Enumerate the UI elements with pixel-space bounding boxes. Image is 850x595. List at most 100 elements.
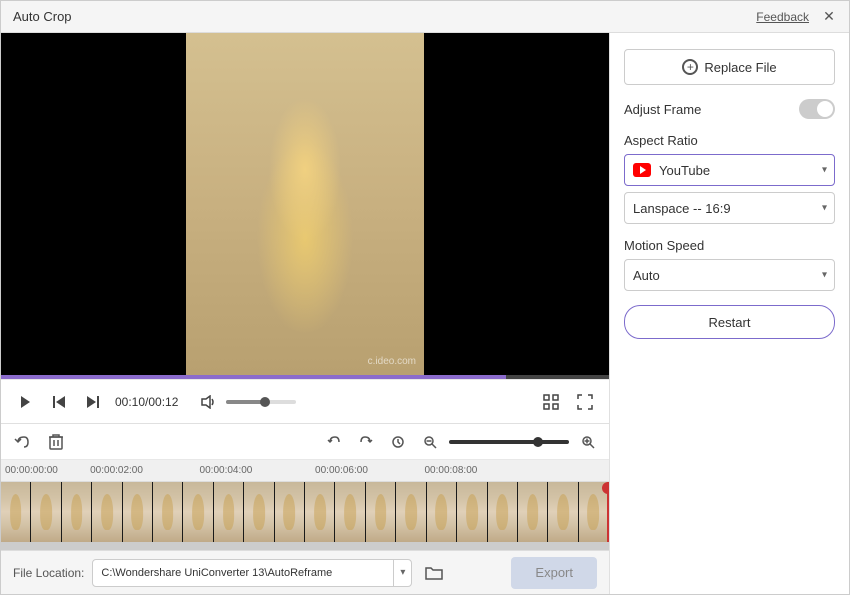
thumb-17 — [488, 482, 518, 542]
time-ruler: 00:00:00:00 00:00:02:00 00:00:04:00 00:0… — [1, 460, 609, 482]
landscape-select-wrapper: Lanspace -- 16:9 ▾ — [624, 192, 835, 224]
plus-icon: + — [682, 59, 698, 75]
volume-slider[interactable] — [226, 400, 296, 404]
time-marker-4: 00:00:08:00 — [424, 465, 477, 476]
feedback-link[interactable]: Feedback — [756, 10, 809, 24]
volume-control — [196, 390, 296, 414]
adjust-frame-toggle[interactable] — [799, 99, 835, 119]
left-panel: c.ideo.com 00:10/00:12 — [1, 33, 609, 594]
timeline-right-controls — [321, 429, 601, 455]
time-marker-0: 00:00:00:00 — [5, 465, 58, 476]
video-frame: c.ideo.com — [1, 33, 609, 375]
time-marker-1: 00:00:02:00 — [90, 465, 143, 476]
youtube-icon — [633, 163, 651, 177]
thumb-1 — [1, 482, 31, 542]
main-content: c.ideo.com 00:10/00:12 — [1, 33, 849, 594]
motion-speed-select-wrapper: Auto ▾ — [624, 259, 835, 291]
browse-folder-button[interactable] — [420, 559, 448, 587]
video-letterbox-right — [424, 33, 609, 375]
app-window: Auto Crop Feedback ✕ c.ideo.com — [0, 0, 850, 595]
aspect-ratio-label: Aspect Ratio — [624, 133, 835, 148]
thumb-15 — [427, 482, 457, 542]
undo-button[interactable] — [321, 429, 347, 455]
controls-bar: 00:10/00:12 — [1, 379, 609, 423]
replace-file-button[interactable]: + Replace File — [624, 49, 835, 85]
youtube-select-wrapper: YouTube ▾ — [624, 154, 835, 186]
time-marker-3: 00:00:06:00 — [315, 465, 368, 476]
thumb-2 — [31, 482, 61, 542]
undo-crop-button[interactable] — [9, 429, 35, 455]
export-button[interactable]: Export — [511, 557, 597, 589]
timeline-section: 00:00:00:00 00:00:02:00 00:00:04:00 00:0… — [1, 423, 609, 550]
time-marker-2: 00:00:04:00 — [200, 465, 253, 476]
adjust-frame-label: Adjust Frame — [624, 102, 701, 117]
restart-button[interactable]: Restart — [624, 305, 835, 339]
thumbnail-strip — [1, 482, 609, 542]
window-title: Auto Crop — [13, 9, 72, 24]
zoom-in-button[interactable] — [575, 429, 601, 455]
toggle-knob — [817, 101, 833, 117]
thumb-9 — [244, 482, 274, 542]
delete-button[interactable] — [43, 429, 69, 455]
thumb-7 — [183, 482, 213, 542]
zoom-out-button[interactable] — [417, 429, 443, 455]
volume-thumb — [260, 397, 270, 407]
thumb-14 — [396, 482, 426, 542]
progress-bar[interactable] — [1, 375, 609, 379]
video-area: c.ideo.com — [1, 33, 609, 375]
youtube-play-icon — [640, 166, 646, 174]
thumb-6 — [153, 482, 183, 542]
replace-file-label: Replace File — [704, 60, 776, 75]
bottom-bar: File Location: ▾ Export — [1, 550, 609, 594]
skip-back-button[interactable] — [47, 390, 71, 414]
youtube-select[interactable]: YouTube — [624, 154, 835, 186]
file-location-label: File Location: — [13, 566, 84, 580]
youtube-label: YouTube — [659, 163, 710, 178]
thumb-4 — [92, 482, 122, 542]
progress-fill — [1, 375, 506, 379]
fullscreen-button[interactable] — [573, 390, 597, 414]
thumb-13 — [366, 482, 396, 542]
thumb-10 — [275, 482, 305, 542]
title-bar: Auto Crop Feedback ✕ — [1, 1, 849, 33]
adjust-frame-row: Adjust Frame — [624, 99, 835, 119]
thumb-18 — [518, 482, 548, 542]
thumb-11 — [305, 482, 335, 542]
thumb-12 — [335, 482, 365, 542]
video-person — [186, 33, 424, 375]
skip-forward-button[interactable] — [81, 390, 105, 414]
file-path-input[interactable] — [93, 567, 393, 579]
timeline-scrollbar[interactable] — [1, 542, 609, 550]
time-display: 00:10/00:12 — [115, 395, 178, 409]
timeline-toolbar — [1, 424, 609, 460]
aspect-ratio-group: Aspect Ratio YouTube ▾ Lanspace -- 16:9 — [624, 133, 835, 224]
motion-speed-label: Motion Speed — [624, 238, 835, 253]
landscape-select[interactable]: Lanspace -- 16:9 — [624, 192, 835, 224]
motion-speed-select[interactable]: Auto — [624, 259, 835, 291]
scrollbar-thumb — [1, 542, 609, 550]
thumb-3 — [62, 482, 92, 542]
file-path-container: ▾ — [92, 559, 412, 587]
video-letterbox-left — [1, 33, 186, 375]
volume-fill — [226, 400, 265, 404]
redo-button[interactable] — [353, 429, 379, 455]
restore-button[interactable] — [385, 429, 411, 455]
volume-icon[interactable] — [196, 390, 220, 414]
right-panel: + Replace File Adjust Frame Aspect Ratio — [609, 33, 849, 594]
video-content: c.ideo.com — [186, 33, 424, 375]
thumb-16 — [457, 482, 487, 542]
thumb-19 — [548, 482, 578, 542]
play-button[interactable] — [13, 390, 37, 414]
zoom-slider[interactable] — [449, 440, 569, 444]
file-path-dropdown[interactable]: ▾ — [393, 560, 411, 586]
playhead-head — [602, 482, 609, 494]
timeline-track[interactable] — [1, 482, 609, 542]
title-bar-actions: Feedback ✕ — [756, 9, 837, 25]
thumb-5 — [123, 482, 153, 542]
motion-speed-group: Motion Speed Auto ▾ — [624, 238, 835, 291]
zoom-thumb — [533, 437, 543, 447]
watermark: c.ideo.com — [368, 356, 416, 367]
fit-screen-button[interactable] — [539, 390, 563, 414]
close-button[interactable]: ✕ — [821, 9, 837, 25]
thumb-8 — [214, 482, 244, 542]
